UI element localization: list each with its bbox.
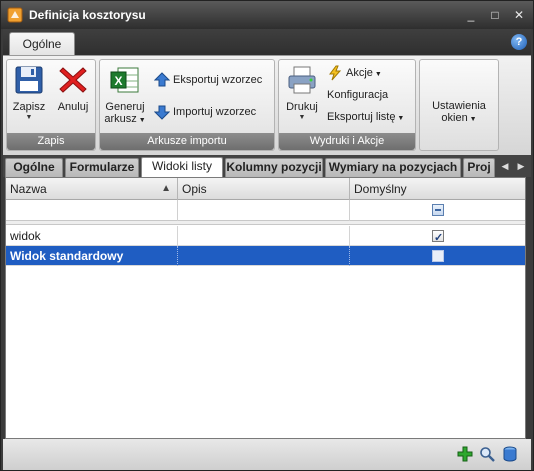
cell-nazwa: Widok standardowy	[6, 246, 178, 266]
excel-sheet-icon: X	[110, 67, 139, 93]
cell-opis	[178, 246, 350, 266]
default-checkbox[interactable]	[432, 250, 444, 262]
column-header-opis[interactable]: Opis	[178, 178, 350, 200]
cell-nazwa: widok	[6, 226, 178, 246]
group-caption-zapis: Zapis	[7, 133, 95, 150]
subtab-ogolne[interactable]: Ogólne	[5, 158, 63, 177]
cell-opis	[178, 226, 350, 246]
title-bar[interactable]: Definicja kosztorysu _ □ ✕	[1, 1, 533, 29]
maximize-button[interactable]: □	[487, 7, 503, 23]
export-list-label: Eksportuj listę	[327, 111, 396, 123]
download-arrow-icon	[154, 105, 170, 120]
grid-separator	[6, 221, 525, 225]
sort-ascending-icon: ▲	[161, 183, 171, 194]
group-wydruki-i-akcje: Drukuj ▼ Akcje ▼ Konfiguracja Eksportuj …	[278, 59, 416, 151]
close-button[interactable]: ✕	[511, 7, 527, 23]
ribbon-tab-bar: Ogólne ?	[3, 29, 531, 56]
print-button[interactable]: Drukuj ▼	[282, 62, 322, 122]
generate-sheet-button[interactable]: X Generuj arkusz ▼	[103, 62, 147, 125]
red-x-icon	[59, 67, 87, 93]
column-header-domyslny[interactable]: Domyślny	[350, 178, 525, 200]
filter-cell-opis[interactable]	[178, 200, 350, 221]
floppy-disk-icon	[15, 66, 43, 94]
generate-label-line1: Generuj	[105, 101, 145, 113]
table-row-selected[interactable]: Widok standardowy	[6, 246, 525, 266]
upload-arrow-icon	[154, 72, 170, 87]
save-button[interactable]: Zapisz ▼	[10, 62, 48, 122]
group-ustawienia: Ustawienia okien ▼	[419, 59, 499, 151]
magnifier-icon[interactable]	[479, 446, 495, 462]
chevron-down-icon: ▼	[395, 115, 405, 122]
sub-tab-bar: Ogólne Formularze Widoki listy Kolumny p…	[3, 155, 531, 178]
cancel-label: Anuluj	[57, 101, 89, 113]
lightning-icon	[329, 65, 342, 81]
grid-footer-toolbar	[3, 439, 531, 470]
checkmark-icon: ✓	[434, 232, 444, 244]
window-settings-button[interactable]: Ustawienia okien ▼	[420, 100, 498, 124]
group-caption-wydruki: Wydruki i Akcje	[279, 133, 415, 150]
subtab-widoki-listy[interactable]: Widoki listy	[141, 157, 223, 178]
configuration-label: Konfiguracja	[327, 89, 389, 101]
window-settings-line1: Ustawienia	[432, 100, 486, 112]
printer-icon	[288, 66, 316, 94]
scroll-left-icon[interactable]: ◀	[499, 159, 511, 173]
help-icon[interactable]: ?	[511, 34, 527, 50]
ribbon-body: Zapisz ▼ Anuluj Zapis X Generuj arkusz ▼…	[3, 55, 531, 155]
ribbon: Ogólne ? Zapisz ▼ Anuluj Zapis X Generuj…	[3, 29, 531, 155]
default-checkbox[interactable]: ✓	[432, 230, 444, 244]
ribbon-tab-ogolne[interactable]: Ogólne	[9, 32, 75, 56]
print-label: Drukuj	[286, 101, 318, 113]
window: Definicja kosztorysu _ □ ✕ Ogólne ? Zapi…	[0, 0, 534, 471]
database-icon[interactable]	[502, 446, 518, 462]
group-zapis: Zapisz ▼ Anuluj Zapis	[6, 59, 96, 151]
subtab-proj[interactable]: Proj	[463, 158, 495, 177]
subtab-formularze[interactable]: Formularze	[65, 158, 139, 177]
subtab-wymiary-na-pozycjach[interactable]: Wymiary na pozycjach	[325, 158, 461, 177]
window-settings-line2: okien	[441, 112, 468, 124]
window-title: Definicja kosztorysu	[29, 8, 146, 22]
export-list-button[interactable]: Eksportuj listę ▼	[327, 107, 404, 127]
actions-button[interactable]: Akcje ▼	[327, 63, 382, 83]
subtab-kolumny-pozycji[interactable]: Kolumny pozycji	[225, 158, 323, 177]
cancel-button[interactable]: Anuluj	[53, 62, 93, 113]
actions-label: Akcje	[346, 67, 373, 79]
save-label: Zapisz	[12, 101, 46, 113]
list-views-grid: Nazwa ▲ Opis Domyślny widok ✓ Widok stan…	[5, 177, 526, 439]
app-icon	[7, 7, 23, 23]
configuration-button[interactable]: Konfiguracja	[327, 85, 388, 105]
chevron-down-icon: ▼	[372, 71, 382, 78]
green-plus-icon[interactable]	[457, 446, 473, 462]
export-template-label: Eksportuj wzorzec	[173, 74, 263, 86]
group-arkusze-importu: X Generuj arkusz ▼ Eksportuj wzorzec Imp…	[99, 59, 275, 151]
chevron-down-icon: ▼	[136, 117, 146, 124]
column-header-nazwa-label: Nazwa	[10, 182, 47, 196]
group-caption-arkusze: Arkusze importu	[100, 133, 274, 150]
chevron-down-icon: ▼	[298, 114, 306, 121]
scroll-right-icon[interactable]: ▶	[515, 159, 527, 173]
export-template-button[interactable]: Eksportuj wzorzec	[154, 70, 262, 90]
column-header-nazwa[interactable]: Nazwa ▲	[6, 178, 178, 200]
import-template-button[interactable]: Importuj wzorzec	[154, 102, 256, 122]
minimize-button[interactable]: _	[463, 7, 479, 23]
chevron-down-icon: ▼	[25, 114, 33, 121]
filter-checkbox-icon[interactable]	[432, 204, 444, 216]
svg-text:X: X	[114, 74, 122, 88]
chevron-down-icon: ▼	[467, 116, 477, 123]
generate-label-line2: arkusz	[104, 113, 137, 125]
table-row[interactable]: widok ✓	[6, 226, 525, 246]
grid-header: Nazwa ▲ Opis Domyślny	[6, 178, 525, 200]
import-template-label: Importuj wzorzec	[173, 106, 257, 118]
filter-row	[6, 200, 525, 221]
filter-cell-nazwa[interactable]	[6, 200, 178, 221]
